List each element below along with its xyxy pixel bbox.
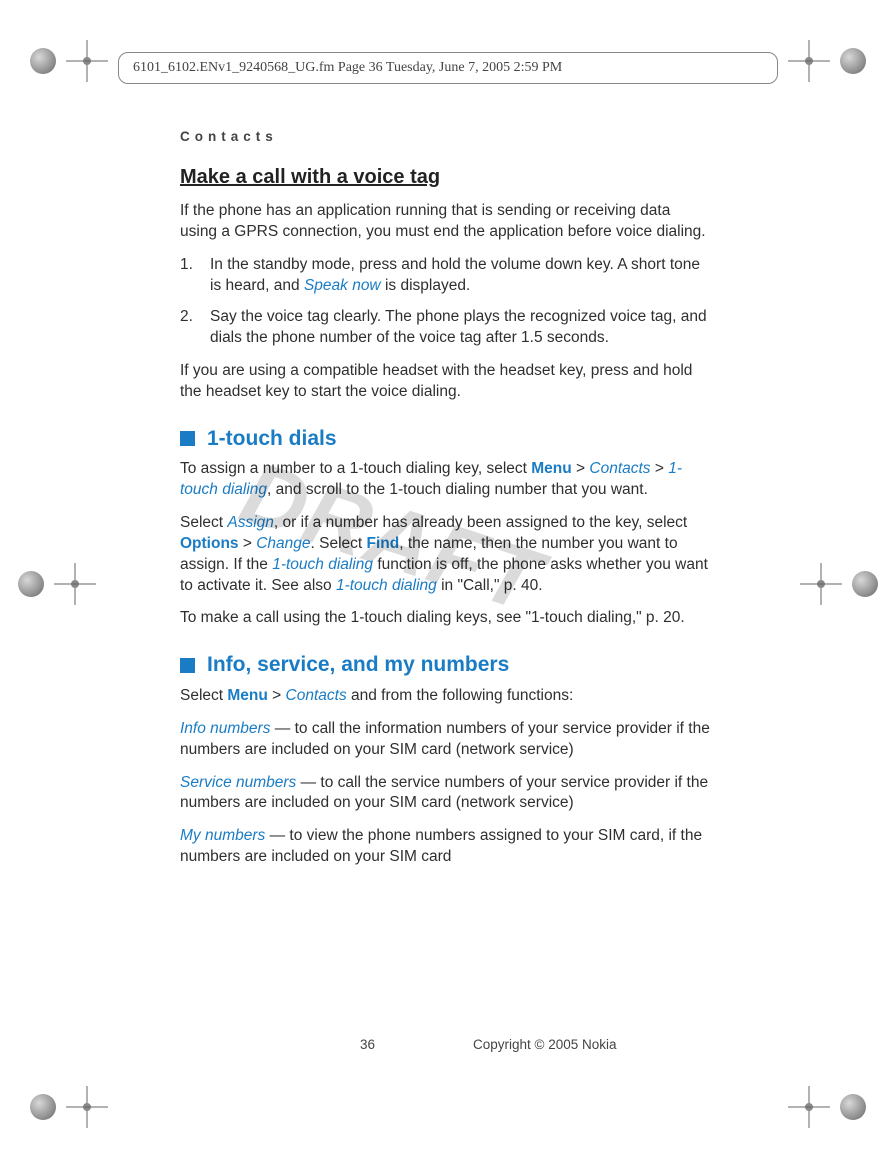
crop-mark-mid-right — [800, 563, 878, 605]
list-number: 1. — [180, 255, 200, 297]
registration-cross-icon — [788, 40, 830, 82]
list-number: 2. — [180, 307, 200, 349]
square-bullet-icon — [180, 658, 195, 673]
page-number: 36 — [360, 1037, 375, 1052]
text: . Select — [311, 535, 367, 552]
ui-term: Assign — [227, 514, 274, 531]
list-item: 1. In the standby mode, press and hold t… — [180, 255, 710, 297]
crop-mark-mid-left — [18, 563, 96, 605]
registration-disc-icon — [18, 571, 44, 597]
list-text: In the standby mode, press and hold the … — [210, 255, 710, 297]
text: , and scroll to the 1-touch dialing numb… — [267, 481, 648, 498]
crop-mark-top-right — [788, 40, 866, 82]
registration-cross-icon — [66, 40, 108, 82]
crop-mark-bottom-right — [788, 1086, 866, 1128]
heading-text: 1-touch dials — [207, 425, 337, 453]
ui-term: Menu — [531, 460, 571, 477]
ui-term: 1-touch dialing — [272, 556, 373, 573]
heading-voice-tag: Make a call with a voice tag — [180, 164, 710, 191]
framemaker-header: 6101_6102.ENv1_9240568_UG.fm Page 36 Tue… — [118, 52, 778, 84]
heading-1touch: 1-touch dials — [180, 425, 710, 453]
numbered-list: 1. In the standby mode, press and hold t… — [180, 255, 710, 349]
paragraph: To make a call using the 1-touch dialing… — [180, 608, 710, 629]
registration-cross-icon — [54, 563, 96, 605]
text: > — [572, 460, 590, 477]
paragraph: If you are using a compatible headset wi… — [180, 361, 710, 403]
ui-term: Speak now — [304, 277, 381, 294]
page-body: DRAFT Contacts Make a call with a voice … — [180, 128, 710, 880]
registration-cross-icon — [788, 1086, 830, 1128]
text: > — [268, 687, 286, 704]
ui-term: Change — [256, 535, 310, 552]
text: > — [651, 460, 669, 477]
registration-disc-icon — [852, 571, 878, 597]
text: Select — [180, 687, 227, 704]
registration-disc-icon — [30, 1094, 56, 1120]
crop-mark-top-left — [30, 40, 108, 82]
square-bullet-icon — [180, 431, 195, 446]
text: To assign a number to a 1-touch dialing … — [180, 460, 531, 477]
text: > — [239, 535, 257, 552]
list-item: 2. Say the voice tag clearly. The phone … — [180, 307, 710, 349]
text: and from the following functions: — [347, 687, 574, 704]
running-header: Contacts — [180, 128, 710, 146]
paragraph: Select Menu > Contacts and from the foll… — [180, 686, 710, 707]
registration-disc-icon — [840, 48, 866, 74]
ui-term: My numbers — [180, 827, 265, 844]
paragraph: To assign a number to a 1-touch dialing … — [180, 459, 710, 501]
registration-disc-icon — [30, 48, 56, 74]
ui-term: Menu — [227, 687, 267, 704]
paragraph: Select Assign, or if a number has alread… — [180, 513, 710, 597]
page-footer: 36 Copyright © 2005 Nokia — [180, 1037, 710, 1052]
paragraph: Info numbers — to call the information n… — [180, 719, 710, 761]
registration-disc-icon — [840, 1094, 866, 1120]
text: in "Call," p. 40. — [437, 577, 543, 594]
ui-term: Info numbers — [180, 720, 270, 737]
paragraph: My numbers — to view the phone numbers a… — [180, 826, 710, 868]
text: Select — [180, 514, 227, 531]
ui-term: Service numbers — [180, 774, 296, 791]
paragraph: If the phone has an application running … — [180, 201, 710, 243]
ui-term: Options — [180, 535, 239, 552]
ui-term: Find — [367, 535, 400, 552]
copyright: Copyright © 2005 Nokia — [473, 1037, 617, 1052]
text: is displayed. — [381, 277, 471, 294]
crop-mark-bottom-left — [30, 1086, 108, 1128]
registration-cross-icon — [800, 563, 842, 605]
heading-text: Info, service, and my numbers — [207, 651, 509, 679]
ui-term: Contacts — [286, 687, 347, 704]
text: , or if a number has already been assign… — [274, 514, 687, 531]
heading-info-service: Info, service, and my numbers — [180, 651, 710, 679]
list-text: Say the voice tag clearly. The phone pla… — [210, 307, 710, 349]
ui-term: 1-touch dialing — [336, 577, 437, 594]
paragraph: Service numbers — to call the service nu… — [180, 773, 710, 815]
registration-cross-icon — [66, 1086, 108, 1128]
ui-term: Contacts — [589, 460, 650, 477]
